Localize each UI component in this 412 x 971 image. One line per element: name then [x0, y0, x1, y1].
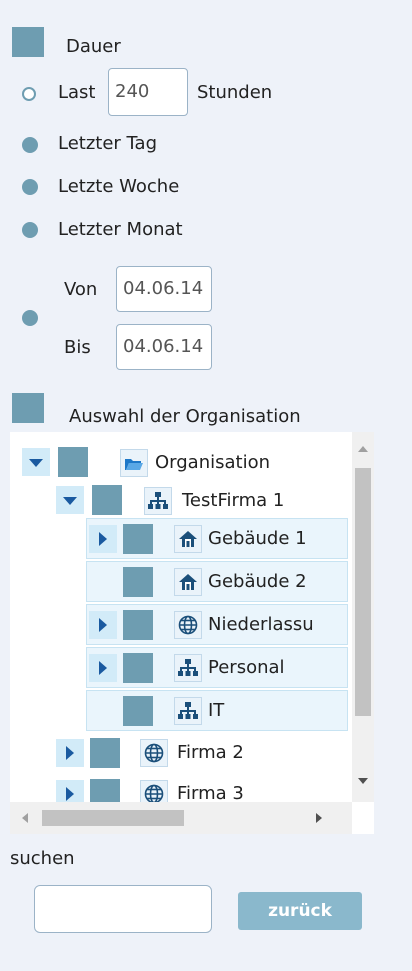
tree-row-testfirma-1[interactable]: TestFirma 1 [52, 480, 348, 521]
node-checkbox[interactable] [92, 485, 122, 515]
chevron-down-icon [63, 497, 77, 505]
vertical-scroll-thumb[interactable] [355, 468, 371, 716]
tree-row-personal[interactable]: Personal [86, 647, 348, 688]
chevron-down-icon [29, 459, 43, 467]
tree-horizontal-scrollbar[interactable] [10, 802, 352, 834]
duration-section-marker [12, 27, 44, 57]
org-chart-icon [174, 654, 202, 682]
last-week-label: Letzte Woche [58, 176, 180, 197]
tree-row-niederlassung[interactable]: Niederlassu [86, 604, 348, 645]
last-label: Last [58, 82, 96, 103]
tree-vertical-scrollbar[interactable] [352, 432, 374, 802]
last-hours-input[interactable]: 240 [108, 68, 188, 116]
last-month-label: Letzter Monat [58, 219, 183, 240]
org-section-marker [12, 393, 44, 423]
from-label: Von [64, 279, 98, 300]
tree-row-gebaeude-1[interactable]: Gebäude 1 [86, 518, 348, 559]
radio-date-range[interactable] [22, 310, 38, 326]
house-icon [174, 525, 202, 553]
node-checkbox[interactable] [58, 447, 88, 477]
expand-toggle[interactable] [89, 525, 117, 553]
tree-row-gebaeude-2[interactable]: Gebäude 2 [86, 561, 348, 602]
search-input[interactable] [34, 885, 212, 933]
scroll-right-arrow-icon[interactable] [316, 813, 322, 823]
house-icon [174, 568, 202, 596]
org-chart-icon [174, 697, 202, 725]
chevron-right-icon [99, 618, 107, 632]
last-day-label: Letzter Tag [58, 133, 158, 154]
back-button[interactable]: zurück [238, 892, 362, 930]
radio-last-week[interactable] [22, 179, 38, 195]
tree-label: Personal [208, 657, 285, 678]
expand-toggle[interactable] [56, 739, 84, 767]
tree-row-it[interactable]: IT [86, 690, 348, 731]
expand-toggle[interactable] [89, 654, 117, 682]
radio-last-hours[interactable] [22, 87, 36, 101]
organisation-tree[interactable]: Organisation TestFirma 1 Gebäude 1 Gebäu… [10, 432, 374, 834]
scroll-left-arrow-icon[interactable] [22, 813, 28, 823]
tree-label: TestFirma 1 [182, 490, 285, 511]
org-title: Auswahl der Organisation [69, 406, 301, 427]
tree-label: Firma 2 [177, 742, 244, 763]
from-date-input[interactable]: 04.06.14 [116, 266, 212, 312]
collapse-toggle[interactable] [56, 486, 84, 514]
radio-last-day[interactable] [22, 137, 38, 153]
folder-open-icon [120, 449, 148, 477]
chevron-right-icon [66, 787, 74, 801]
scroll-down-arrow-icon[interactable] [358, 778, 368, 784]
duration-title: Dauer [66, 36, 121, 57]
node-checkbox[interactable] [123, 567, 153, 597]
globe-icon [140, 739, 168, 767]
tree-label: Organisation [155, 452, 271, 473]
scroll-up-arrow-icon[interactable] [358, 446, 368, 452]
tree-label: Niederlassu [208, 614, 314, 635]
node-checkbox[interactable] [123, 524, 153, 554]
node-checkbox[interactable] [90, 738, 120, 768]
chevron-right-icon [99, 661, 107, 675]
tree-label: Gebäude 2 [208, 571, 307, 592]
globe-icon [174, 611, 202, 639]
horizontal-scroll-thumb[interactable] [42, 810, 184, 826]
node-checkbox[interactable] [123, 610, 153, 640]
tree-row-organisation[interactable]: Organisation [18, 442, 348, 483]
to-label: Bis [64, 337, 91, 358]
search-label: suchen [10, 848, 75, 869]
hours-label: Stunden [197, 82, 273, 103]
to-date-input[interactable]: 04.06.14 [116, 324, 212, 370]
tree-label: Gebäude 1 [208, 528, 307, 549]
tree-label: IT [208, 700, 225, 721]
collapse-toggle[interactable] [22, 448, 50, 476]
chevron-right-icon [66, 746, 74, 760]
expand-toggle[interactable] [89, 611, 117, 639]
chevron-right-icon [99, 532, 107, 546]
org-chart-icon [144, 487, 172, 515]
tree-row-firma-2[interactable]: Firma 2 [52, 733, 348, 774]
node-checkbox[interactable] [123, 696, 153, 726]
node-checkbox[interactable] [123, 653, 153, 683]
radio-last-month[interactable] [22, 222, 38, 238]
